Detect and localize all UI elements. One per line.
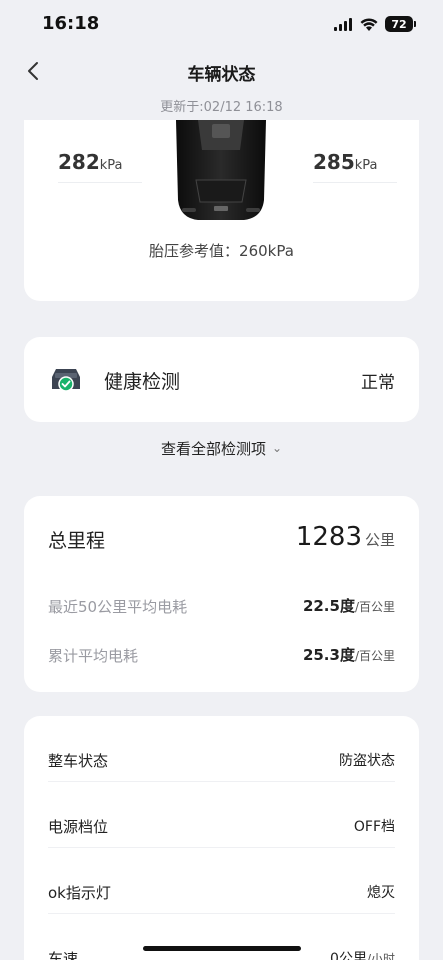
ok-indicator-value: 熄灭 bbox=[367, 885, 395, 901]
speed-number: 0公里 bbox=[330, 951, 367, 960]
view-all-checks-link[interactable]: 查看全部检测项 ⌄ bbox=[0, 438, 443, 459]
status-time: 16:18 bbox=[42, 13, 100, 34]
ok-indicator-label: ok指示灯 bbox=[48, 884, 111, 902]
tire-right-unit: kPa bbox=[354, 158, 378, 173]
tire-left-value: 282 bbox=[58, 150, 100, 174]
view-all-label: 查看全部检测项 bbox=[160, 440, 266, 458]
total-mileage-value: 1283 公里 bbox=[296, 522, 395, 552]
recent-consumption-number: 22.5度 bbox=[302, 597, 355, 615]
cumulative-consumption-value: 25.3度/百公里 bbox=[303, 644, 395, 665]
tire-right-value: 285 bbox=[313, 150, 355, 174]
battery-level: 72 bbox=[391, 17, 407, 31]
tire-pressure-card: 282kPa 285kPa 胎压参考值：260kPa bbox=[24, 120, 419, 301]
updated-time: 更新于:02/12 16:18 bbox=[160, 100, 283, 115]
wifi-icon bbox=[360, 17, 378, 31]
vehicle-state-value: 防盗状态 bbox=[339, 753, 395, 769]
power-mode-value: OFF档 bbox=[353, 819, 395, 835]
mileage-card: 总里程 1283 公里 最近50公里平均电耗 22.5度/百公里 累计平均电耗 2… bbox=[24, 496, 419, 692]
chevron-down-icon: ⌄ bbox=[271, 441, 283, 455]
recent-consumption-label: 最近50公里平均电耗 bbox=[48, 598, 188, 616]
speed-unit: /小时 bbox=[366, 952, 395, 960]
status-row: 车速 0公里/小时 bbox=[48, 914, 395, 960]
vehicle-status-card: 整车状态 防盗状态 电源档位 OFF档 ok指示灯 熄灭 车速 0公里/小时 bbox=[24, 716, 419, 960]
status-icons: 72 bbox=[334, 16, 416, 32]
cumulative-consumption-unit: /百公里 bbox=[354, 649, 395, 663]
car-shield-icon bbox=[52, 369, 80, 392]
cumulative-consumption-number: 25.3度 bbox=[302, 646, 355, 664]
page-title: 车辆状态 bbox=[187, 65, 256, 85]
tire-left-unit: kPa bbox=[99, 158, 123, 173]
tire-reference: 胎压参考值：260kPa bbox=[149, 242, 294, 260]
vehicle-state-label: 整车状态 bbox=[48, 752, 109, 770]
nav-bar: 车辆状态 更新于:02/12 16:18 bbox=[0, 50, 443, 130]
status-row: 整车状态 防盗状态 bbox=[48, 716, 395, 782]
signal-icon bbox=[334, 17, 352, 31]
speed-label: 车速 bbox=[48, 950, 79, 960]
battery-icon: 72 bbox=[385, 16, 416, 32]
cumulative-consumption-label: 累计平均电耗 bbox=[48, 647, 139, 665]
status-bar: 16:18 72 bbox=[0, 0, 443, 50]
total-mileage-number: 1283 bbox=[295, 522, 362, 552]
tire-pressure-left: 282kPa bbox=[58, 150, 142, 183]
home-indicator[interactable] bbox=[143, 946, 301, 951]
power-mode-label: 电源档位 bbox=[48, 818, 109, 836]
health-check-label: 健康检测 bbox=[104, 371, 181, 393]
total-mileage-label: 总里程 bbox=[48, 530, 106, 552]
total-mileage-unit: 公里 bbox=[364, 531, 395, 549]
car-topview-image bbox=[176, 120, 266, 220]
recent-consumption-unit: /百公里 bbox=[354, 600, 395, 614]
health-check-card[interactable]: 健康检测 正常 bbox=[24, 337, 419, 422]
recent-consumption-value: 22.5度/百公里 bbox=[303, 595, 395, 616]
status-row: ok指示灯 熄灭 bbox=[48, 848, 395, 914]
speed-value: 0公里/小时 bbox=[330, 948, 395, 960]
health-status: 正常 bbox=[361, 373, 395, 393]
status-row: 电源档位 OFF档 bbox=[48, 782, 395, 848]
tire-pressure-right: 285kPa bbox=[313, 150, 397, 183]
